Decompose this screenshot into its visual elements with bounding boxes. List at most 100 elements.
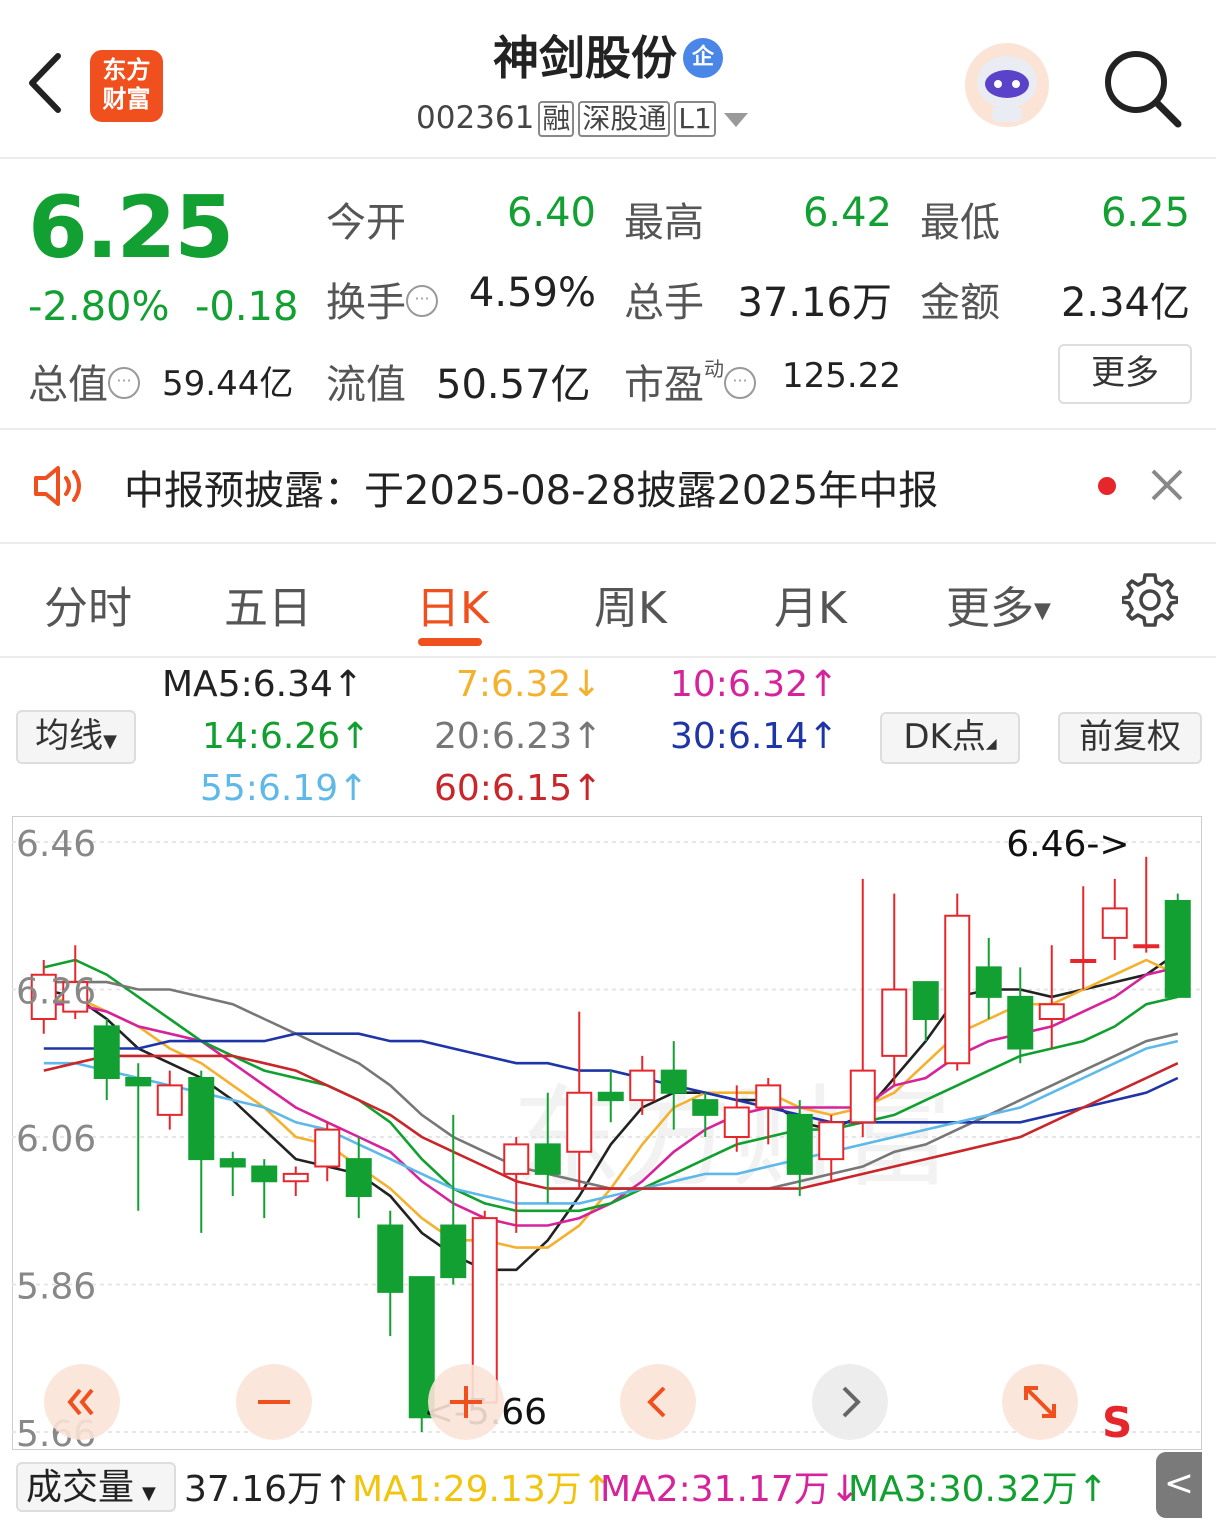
ma-legend-7: 7:6.32↓ [456, 664, 602, 705]
candle-body [156, 1084, 183, 1116]
candle-body [881, 988, 908, 1057]
side-panel-toggle[interactable]: < [1156, 1452, 1202, 1518]
y-axis-label: 6.06 [16, 1119, 96, 1160]
search-icon[interactable] [1100, 46, 1184, 130]
amount-value: 2.34亿 [1060, 280, 1190, 326]
turnover-label[interactable]: 换手 ··· [326, 270, 438, 328]
high-label: 最高 [624, 200, 704, 246]
tag-margin: 融 [538, 101, 575, 137]
stock-code: 002361 [416, 100, 535, 136]
low-label: 最低 [920, 200, 1000, 246]
top-bar: 东方 财富 神剑股份企 002361 融深股通 L1 [0, 0, 1216, 159]
zoom-out-icon[interactable] [236, 1364, 312, 1440]
notice-text[interactable]: 中报预披露：于2025-08-28披露2025年中报 [124, 458, 938, 516]
candle-body [314, 1128, 341, 1168]
divider [0, 428, 1216, 430]
ma-legend-14: 14:6.26↑ [202, 716, 371, 757]
high-value: 6.42 [802, 190, 892, 236]
next-icon[interactable] [812, 1364, 888, 1440]
adjust-price-button[interactable]: 前复权 [1058, 712, 1202, 764]
app-logo[interactable]: 东方 财富 [90, 50, 163, 122]
candle-body [723, 1106, 750, 1138]
volume-ma3: MA3:30.32万↑ [848, 1469, 1108, 1510]
y-axis-label: 6.26 [16, 972, 96, 1013]
fullscreen-icon[interactable] [1002, 1364, 1078, 1440]
candle-body [629, 1069, 656, 1102]
zoom-in-icon[interactable] [428, 1364, 504, 1440]
info-icon: ··· [406, 285, 438, 317]
back-arrow-icon[interactable] [22, 48, 68, 118]
candle-body [345, 1158, 372, 1197]
ma-legend-20: 20:6.23↑ [434, 716, 603, 757]
tab-more[interactable]: 更多▼ [946, 572, 1051, 636]
ma-legend-30: 30:6.14↑ [670, 716, 839, 757]
pe-label[interactable]: 市盈动 ··· [624, 352, 756, 410]
divider [0, 542, 1216, 544]
current-price: 6.25 [28, 178, 234, 278]
volume-selector[interactable]: 成交量 ▼ [16, 1462, 176, 1512]
mktcap-label[interactable]: 总值 ··· [28, 352, 140, 410]
open-label: 今开 [326, 200, 406, 246]
low-value: 6.25 [1100, 190, 1190, 236]
tab-monthly-k[interactable]: 月K [774, 572, 847, 636]
candle-body [944, 914, 971, 1065]
ma-legend-60: 60:6.15↑ [434, 768, 603, 809]
candle-body [1007, 995, 1034, 1050]
candle-body [786, 1113, 813, 1175]
rewind-icon[interactable] [44, 1364, 120, 1440]
ma-selector[interactable]: 均线▼ [16, 710, 136, 764]
stock-title: 神剑股份企 [400, 22, 816, 88]
tab-five-day[interactable]: 五日 [224, 572, 312, 636]
max-price-annotation: 6.46-> [1006, 824, 1129, 865]
open-value: 6.40 [506, 190, 596, 236]
candle-body [1038, 1003, 1065, 1020]
tab-weekly-k[interactable]: 周K [594, 572, 667, 636]
volume-value: 37.16万 [737, 280, 892, 326]
speaker-icon [34, 466, 81, 506]
tag-level: L1 [674, 101, 716, 137]
y-axis-label: 5.86 [16, 1267, 96, 1308]
settings-gear-icon[interactable] [1122, 572, 1178, 628]
more-quote-button[interactable]: 更多 [1058, 344, 1192, 404]
ma-legend-55: 55:6.19↑ [200, 768, 369, 809]
dropdown-caret-icon [723, 112, 748, 127]
signal-s-marker[interactable]: S [1102, 1398, 1132, 1447]
candle-body [849, 1069, 876, 1124]
candle-body [503, 1143, 530, 1175]
candle-body [440, 1224, 467, 1279]
corner-triangle-icon: ◢ [985, 736, 997, 752]
volume-ma1: MA1:29.13万↑ [352, 1469, 612, 1510]
info-icon: ··· [724, 367, 756, 399]
ma-legend-10: 10:6.32↑ [670, 664, 839, 705]
stock-name: 神剑股份 [493, 31, 677, 85]
stock-subtitle[interactable]: 002361 融深股通 L1 [416, 100, 816, 137]
divider [0, 656, 1216, 658]
dropdown-caret-icon: ▼ [1034, 598, 1051, 624]
amount-label: 金额 [920, 280, 1000, 326]
candle-body [1101, 907, 1128, 939]
ma-legend-5: MA5:6.34↑ [162, 664, 364, 705]
candle-body [93, 1025, 120, 1079]
mktcap-value: 59.44亿 [162, 364, 294, 404]
float-cap-value: 50.57亿 [436, 362, 591, 408]
candle-body [125, 1077, 152, 1087]
candlestick-chart[interactable]: 东方财富 6.466.266.065.865.66 6.46-> <-5.66 [12, 816, 1202, 1450]
candle-body [912, 981, 939, 1020]
enterprise-badge-icon: 企 [683, 37, 723, 78]
candle-body [1070, 959, 1097, 963]
volume-label: 总手 [624, 280, 704, 326]
candle-body [188, 1077, 215, 1161]
turnover-value: 4.59% [468, 270, 596, 316]
candle-body [534, 1143, 561, 1175]
tab-intraday[interactable]: 分时 [44, 572, 132, 636]
tag-shenzhen-connect: 深股通 [578, 101, 671, 137]
candle-body [755, 1084, 782, 1109]
tab-daily-k[interactable]: 日K [416, 572, 489, 636]
robot-assistant-icon[interactable] [962, 40, 1052, 130]
volume-ma2: MA2:31.17万↓ [600, 1469, 860, 1510]
prev-icon[interactable] [620, 1364, 696, 1440]
dk-point-button[interactable]: DK点◢ [880, 712, 1020, 764]
volume-value: 37.16万↑ [184, 1469, 354, 1510]
candle-body [377, 1224, 404, 1293]
close-icon[interactable] [1150, 468, 1184, 502]
